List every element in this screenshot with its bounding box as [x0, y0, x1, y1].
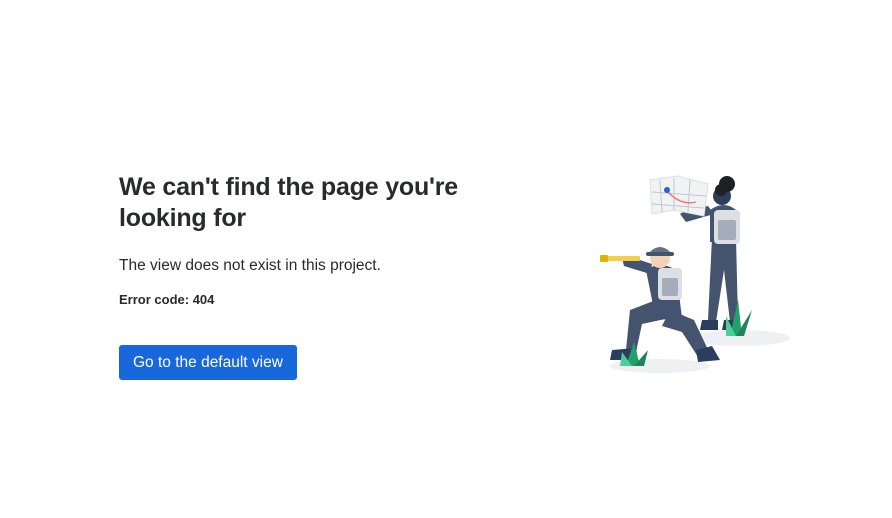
- explorers-illustration: [600, 175, 790, 373]
- error-page: We can't find the page you're looking fo…: [0, 0, 892, 518]
- kneeling-explorer: [600, 247, 720, 362]
- error-code: Error code: 404: [119, 292, 519, 308]
- go-to-default-view-button[interactable]: Go to the default view: [119, 345, 297, 380]
- map-pin-icon: [664, 187, 670, 193]
- page-title: We can't find the page you're looking fo…: [119, 173, 459, 232]
- error-code-value: 404: [192, 292, 215, 307]
- error-content: We can't find the page you're looking fo…: [119, 172, 519, 380]
- error-description: The view does not exist in this project.: [119, 257, 381, 274]
- telescope-icon: [600, 255, 640, 262]
- error-code-label: Error code:: [119, 292, 190, 307]
